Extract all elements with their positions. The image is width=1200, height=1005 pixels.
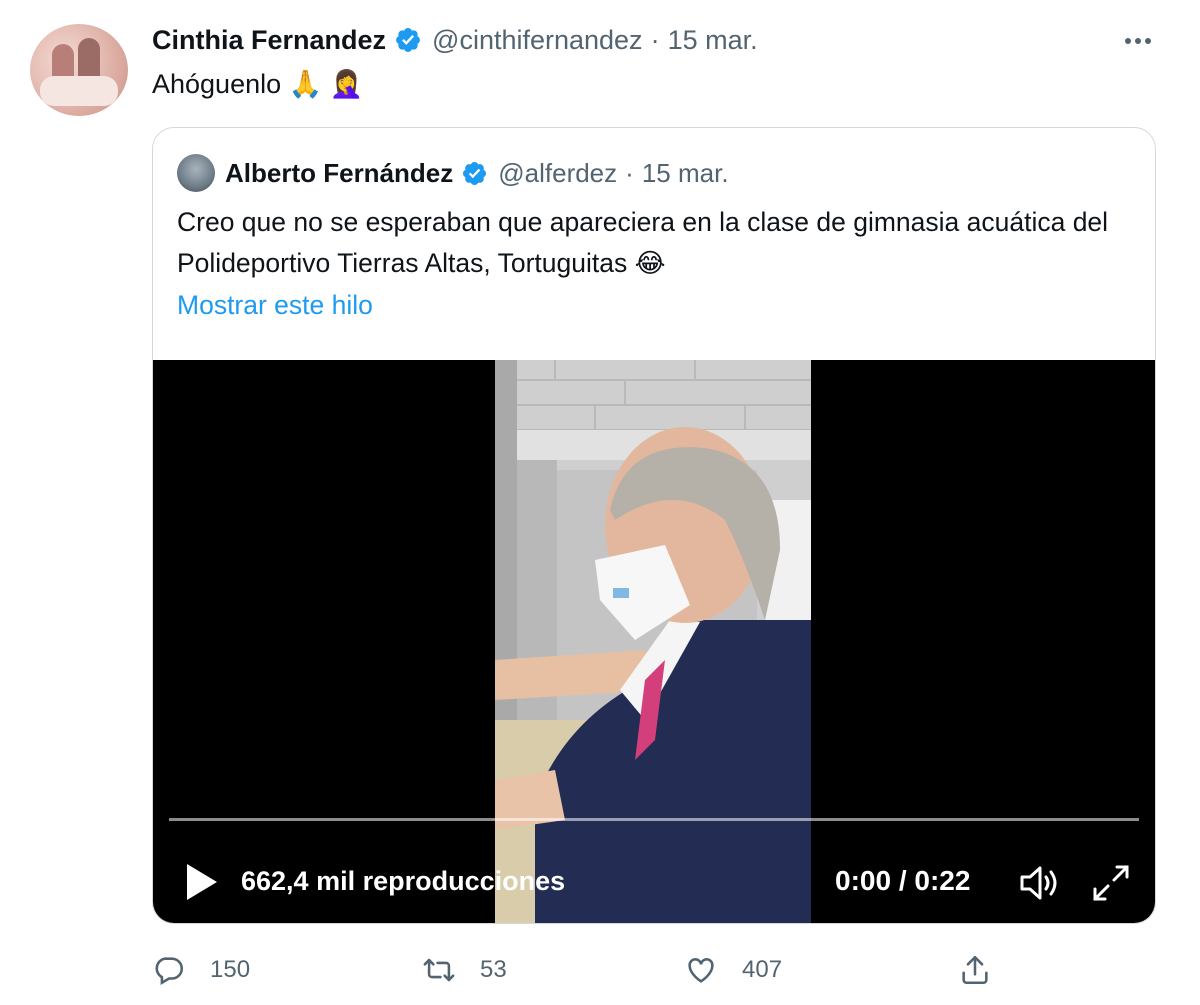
video-frame (495, 360, 811, 923)
quoted-author-name: Alberto Fernández (225, 157, 454, 188)
dot-separator: · (625, 157, 634, 188)
tweet-text: Ahóguenlo 🙏 🤦‍♀️ (152, 69, 364, 99)
share-button[interactable] (958, 950, 992, 990)
share-icon (962, 955, 988, 985)
quoted-text: Creo que no se esperaban que apareciera … (177, 207, 1109, 278)
volume-icon[interactable] (1019, 863, 1063, 903)
like-icon (688, 958, 714, 983)
author-handle[interactable]: @cinthifernandez (432, 25, 643, 56)
tweet-actions: 150 53 407 (152, 950, 1002, 990)
dot-separator: · (650, 24, 660, 55)
tweet-date[interactable]: 15 mar. (668, 25, 758, 56)
video-player[interactable]: 662,4 mil reproducciones 0:00 / 0:22 (153, 360, 1155, 923)
reply-count: 150 (210, 956, 251, 983)
quoted-header: Alberto Fernández @alferdez · 15 mar. (177, 154, 729, 192)
quoted-date: 15 mar. (641, 157, 729, 188)
more-icon[interactable] (1118, 28, 1158, 54)
like-button[interactable]: 407 (684, 950, 782, 990)
retweet-count: 53 (480, 956, 507, 983)
reply-icon (155, 957, 184, 986)
reply-button[interactable]: 150 (152, 950, 250, 990)
quoted-tweet[interactable]: Alberto Fernández @alferdez · 15 mar. Cr… (152, 127, 1156, 924)
quoted-author-handle: @alferdez (498, 157, 618, 188)
view-count: 662,4 mil reproducciones (241, 866, 566, 896)
like-count: 407 (742, 956, 783, 983)
quoted-avatar (177, 154, 215, 192)
show-thread-link[interactable]: Mostrar este hilo (177, 290, 373, 321)
verified-badge-icon (396, 28, 420, 52)
author-name[interactable]: Cinthia Fernandez (152, 25, 386, 56)
author-avatar[interactable] (30, 24, 128, 116)
fullscreen-icon[interactable] (1091, 863, 1131, 903)
verified-badge-icon (463, 161, 487, 185)
retweet-icon (423, 958, 455, 982)
retweet-button[interactable]: 53 (422, 950, 507, 990)
play-icon[interactable] (185, 862, 219, 902)
video-time: 0:00 / 0:22 (835, 865, 971, 896)
video-progress-bar[interactable] (169, 818, 1139, 821)
tweet-header: Cinthia Fernandez @cinthifernandez · 15 … (152, 22, 758, 58)
